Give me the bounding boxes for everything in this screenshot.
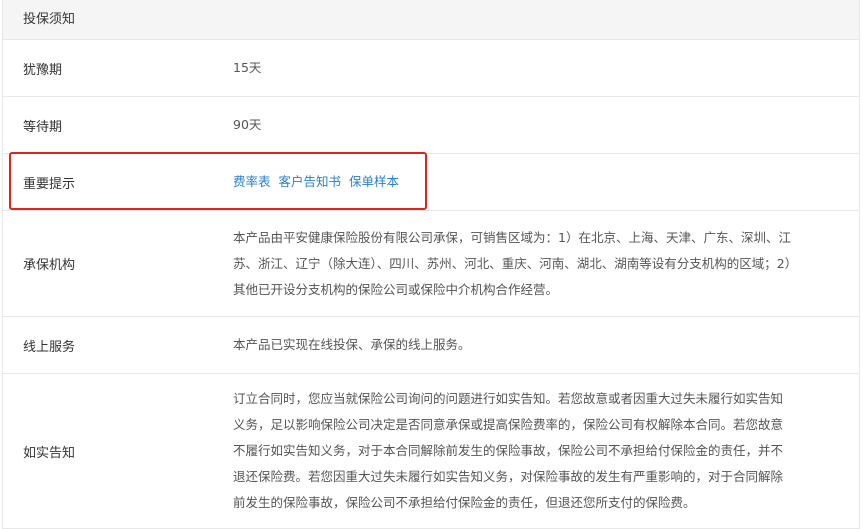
- row-label: 犹豫期: [23, 62, 63, 78]
- row-label: 如实告知: [23, 445, 76, 461]
- row-waiting-period: 等待期 90天: [3, 97, 859, 154]
- row-value: 15天: [233, 60, 262, 75]
- panel-title: 投保须知: [3, 0, 859, 40]
- insurance-notice-panel: 投保须知 犹豫期 15天 等待期 90天 重要提示 费率表 客户告知书 保单样本…: [2, 0, 860, 529]
- row-duty-of-disclosure: 如实告知 订立合同时，您应当就保险公司询问的问题进行如实告知。若您故意或者因重大…: [3, 374, 859, 529]
- row-online-service: 线上服务 本产品已实现在线投保、承保的线上服务。: [3, 317, 859, 374]
- row-important-notice: 重要提示 费率表 客户告知书 保单样本: [3, 154, 859, 211]
- row-value: 本产品已实现在线投保、承保的线上服务。: [233, 337, 471, 352]
- row-label: 等待期: [23, 119, 63, 135]
- row-cooling-off-period: 犹豫期 15天: [3, 40, 859, 97]
- row-label: 承保机构: [23, 258, 76, 273]
- rate-table-link[interactable]: 费率表: [233, 174, 271, 189]
- row-label: 重要提示: [23, 176, 76, 192]
- row-value: 订立合同时，您应当就保险公司询问的问题进行如实告知。若您故意或者因重大过失未履行…: [233, 391, 784, 510]
- row-underwriter: 承保机构 本产品由平安健康保险股份有限公司承保，可销售区域为：1）在北京、上海、…: [3, 211, 859, 317]
- document-links: 费率表 客户告知书 保单样本: [233, 169, 793, 195]
- customer-notice-link[interactable]: 客户告知书: [279, 174, 342, 189]
- row-label: 线上服务: [23, 339, 76, 355]
- row-value: 本产品由平安健康保险股份有限公司承保，可销售区域为：1）在北京、上海、天津、广东…: [233, 229, 791, 297]
- row-value: 90天: [233, 117, 262, 132]
- policy-sample-link[interactable]: 保单样本: [349, 174, 399, 189]
